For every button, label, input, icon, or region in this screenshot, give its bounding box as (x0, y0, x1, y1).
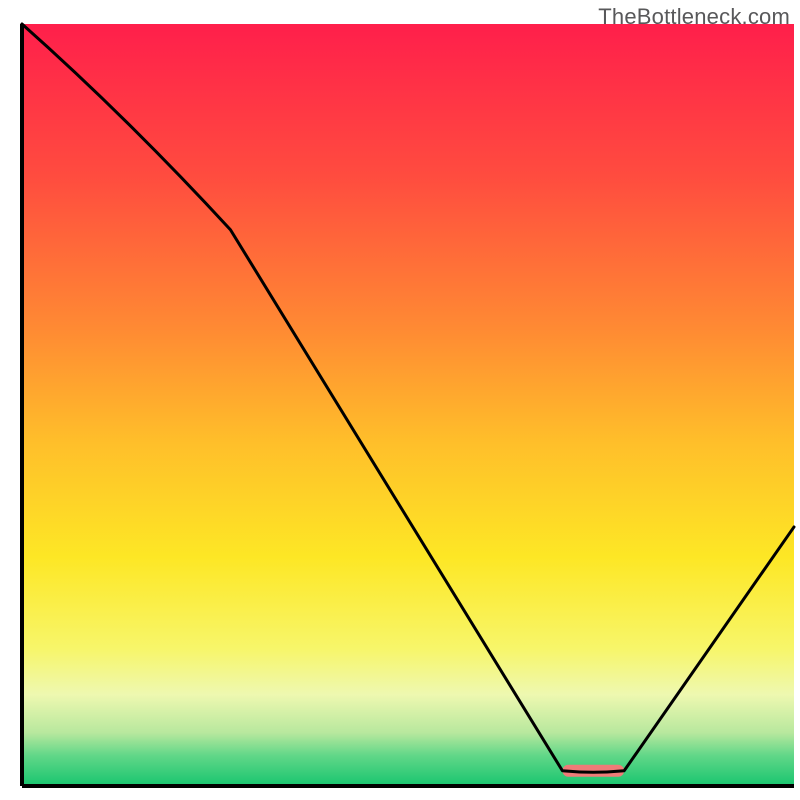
gradient-background (22, 24, 794, 786)
watermark-text: TheBottleneck.com (598, 4, 790, 30)
bottleneck-chart (0, 0, 800, 800)
chart-container: TheBottleneck.com (0, 0, 800, 800)
